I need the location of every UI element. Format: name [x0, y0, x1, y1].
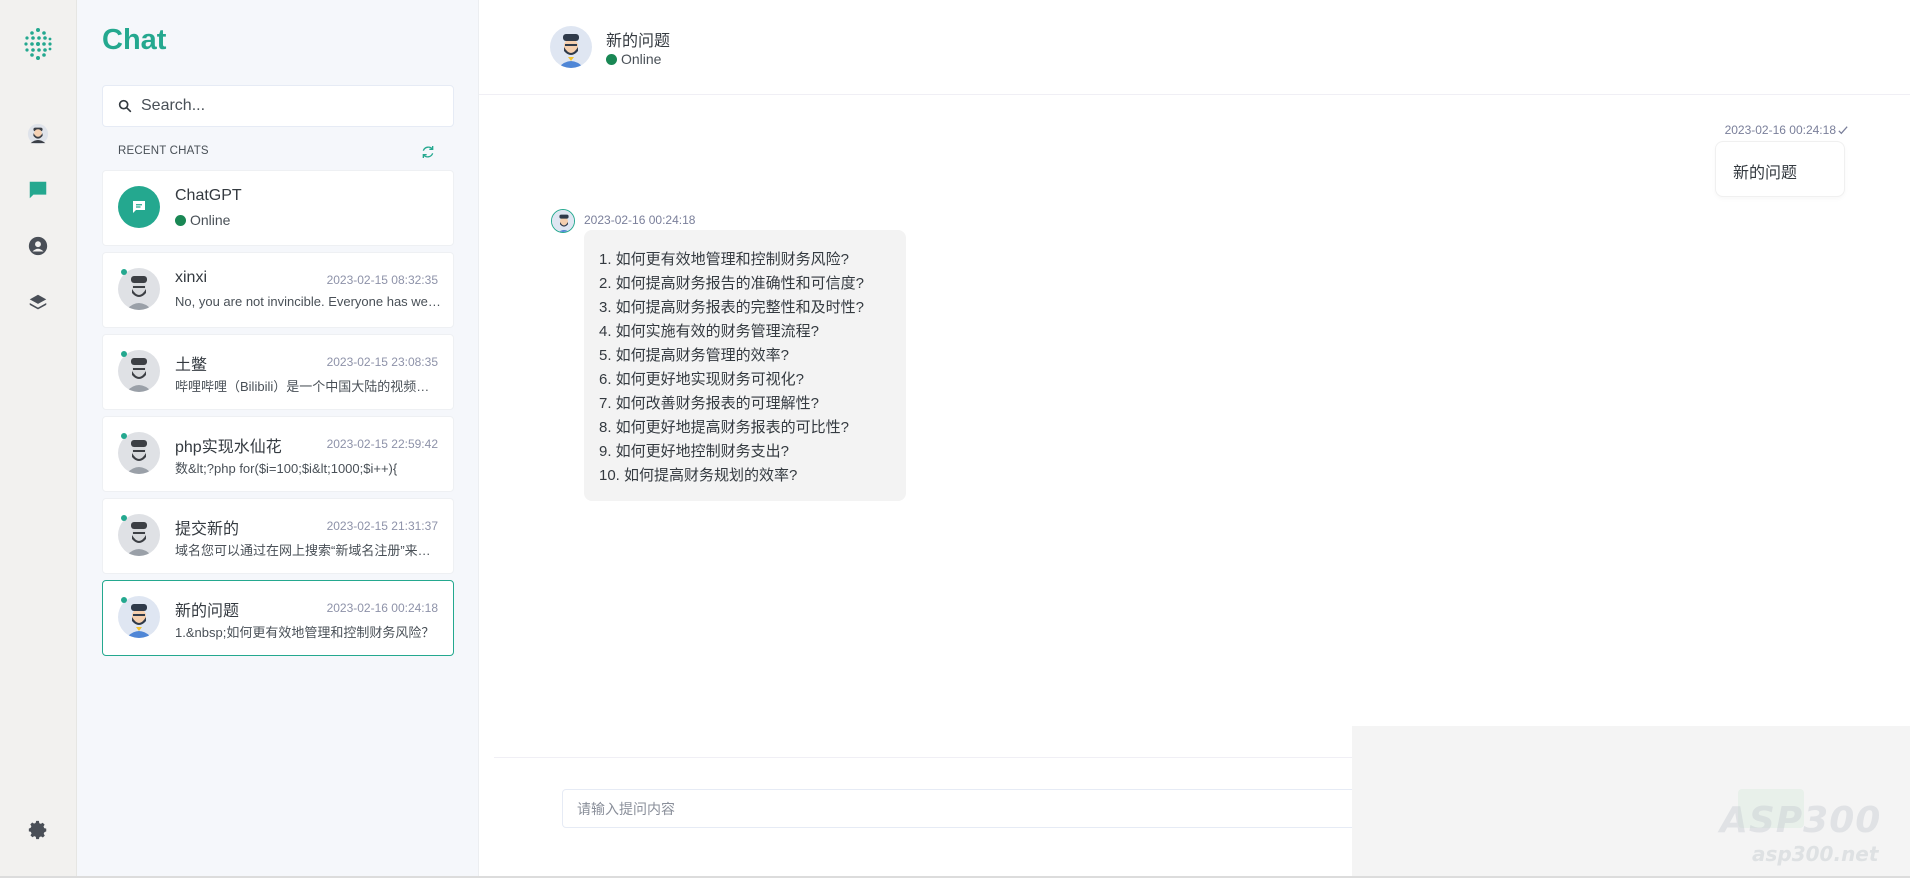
chat-name: 提交新的 [175, 521, 240, 538]
logo-icon[interactable] [20, 24, 56, 64]
search-box[interactable] [102, 85, 454, 127]
message-line: 6. 如何更好地实现财务可视化? [599, 371, 805, 388]
bot-avatar [551, 209, 575, 233]
online-dot [121, 515, 127, 521]
chat-time: 2023-02-15 23:08:35 [326, 355, 438, 369]
bot-message-time: 2023-02-16 00:24:18 [584, 213, 696, 227]
chat-name: php实现水仙花 [175, 439, 282, 456]
chat-item[interactable]: xinxi 2023-02-15 08:32:35 No, you are no… [102, 252, 454, 328]
chat-name: 土鳖 [175, 357, 208, 374]
refresh-icon[interactable] [420, 144, 436, 160]
chat-preview: No, you are not invincible. Everyone has… [175, 294, 441, 309]
conversation-title: 新的问题 [606, 33, 671, 50]
online-dot [121, 597, 127, 603]
online-dot [606, 53, 617, 65]
message-line: 2. 如何提高财务报告的准确性和可信度? [599, 275, 865, 292]
chat-preview: 哔哩哔哩（Bilibili）是一个中国大陆的视频网站 [175, 379, 441, 394]
chat-preview: 域名您可以通过在网上搜索“新域名注册”来找到 [175, 543, 441, 558]
chat-item-active[interactable]: 新的问题 2023-02-16 00:24:18 1.&nbsp;如何更有效地管… [102, 580, 454, 656]
user-message-bubble: 新的问题 [1715, 141, 1845, 197]
chat-time: 2023-02-15 21:31:37 [326, 519, 438, 533]
message-timestamp: 2023-02-16 00:24:18 [1724, 123, 1836, 137]
chat-item-chatgpt[interactable]: ChatGPT Online [102, 170, 454, 246]
message-line: 8. 如何更好地提高财务报表的可比性? [599, 419, 850, 436]
profile-avatar-icon[interactable] [23, 119, 53, 149]
online-status: Online [175, 212, 230, 228]
layers-icon[interactable] [23, 288, 53, 318]
watermark-logo: ASP300 [1720, 800, 1882, 841]
check-icon [1838, 126, 1848, 135]
user-message-time: 2023-02-16 00:24:18 [1725, 123, 1848, 137]
message-icon [133, 201, 145, 213]
online-dot [121, 269, 127, 275]
message-line: 5. 如何提高财务管理的效率? [599, 347, 790, 364]
chat-item[interactable]: 提交新的 2023-02-15 21:31:37 域名您可以通过在网上搜索“新域… [102, 498, 454, 574]
header-avatar[interactable] [550, 26, 592, 68]
icon-rail [0, 0, 77, 878]
conversation-header: 新的问题 Online [479, 0, 1910, 95]
chat-time: 2023-02-15 22:59:42 [326, 437, 438, 451]
search-icon [118, 99, 132, 113]
chat-name: ChatGPT [175, 187, 242, 204]
message-line: 9. 如何更好地控制财务支出? [599, 443, 790, 460]
chat-time: 2023-02-15 08:32:35 [326, 273, 438, 287]
bot-message-bubble: 1. 如何更有效地管理和控制财务风险? 2. 如何提高财务报告的准确性和可信度?… [584, 230, 906, 501]
chat-icon[interactable] [23, 175, 53, 205]
online-dot [175, 214, 186, 226]
message-line: 7. 如何改善财务报表的可理解性? [599, 395, 820, 412]
user-circle-icon[interactable] [23, 231, 53, 261]
settings-gear-icon[interactable] [23, 815, 53, 845]
status-text: Online [190, 212, 231, 228]
chat-time: 2023-02-16 00:24:18 [326, 601, 438, 615]
message-line: 1. 如何更有效地管理和控制财务风险? [599, 251, 850, 268]
chat-name: 新的问题 [175, 603, 240, 620]
message-line: 10. 如何提高财务规划的效率? [599, 467, 798, 484]
chat-list-panel: Chat RECENT CHATS ChatGPT Online [77, 0, 479, 878]
message-line: 3. 如何提高财务报表的完整性和及时性? [599, 299, 865, 316]
watermark-url: asp300.net [1752, 842, 1879, 866]
search-input[interactable] [141, 97, 441, 115]
header-status: Online [606, 51, 661, 67]
chatgpt-avatar [118, 186, 160, 228]
online-dot [121, 433, 127, 439]
panel-title: Chat [102, 24, 167, 56]
chat-item[interactable]: php实现水仙花 2023-02-15 22:59:42 数&lt;?php f… [102, 416, 454, 492]
chat-preview: 1.&nbsp;如何更有效地管理和控制财务风险？ [175, 625, 435, 640]
status-text: Online [621, 51, 662, 67]
online-dot [121, 351, 127, 357]
recent-chats-label: RECENT CHATS [118, 145, 209, 157]
chat-name: xinxi [175, 269, 208, 286]
message-line: 4. 如何实施有效的财务管理流程? [599, 323, 820, 340]
chat-item[interactable]: 土鳖 2023-02-15 23:08:35 哔哩哔哩（Bilibili）是一个… [102, 334, 454, 410]
chat-preview: 数&lt;?php for($i=100;$i&lt;1000;$i++){ [175, 461, 398, 476]
